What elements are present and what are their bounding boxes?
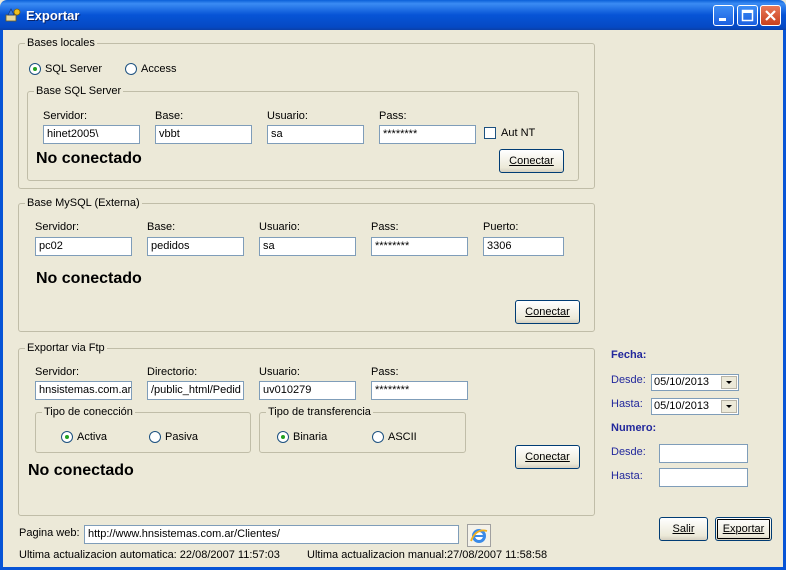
exportar-button[interactable]: Exportar xyxy=(715,517,772,541)
ftp-directorio-input[interactable]: /public_html/Pedid xyxy=(147,381,244,400)
mysql-servidor-label: Servidor: xyxy=(35,221,80,233)
web-label: Pagina web: xyxy=(19,527,80,539)
sql-servidor-label: Servidor: xyxy=(43,110,88,122)
access-label[interactable]: Access xyxy=(141,63,176,75)
manual-update-text: Ultima actualizacion manual:27/08/2007 1… xyxy=(307,549,548,561)
sql-usuario-input[interactable]: sa xyxy=(267,125,364,144)
sql-connect-label: Conectar xyxy=(509,155,554,167)
mysql-usuario-input[interactable]: sa xyxy=(259,237,356,256)
open-browser-button[interactable] xyxy=(467,524,491,547)
window-title: Exportar xyxy=(26,8,80,23)
mysql-servidor-input[interactable]: pc02 xyxy=(35,237,132,256)
title-bar[interactable] xyxy=(0,0,786,30)
salir-button[interactable]: Salir xyxy=(659,517,708,541)
fecha-desde-dropdown[interactable] xyxy=(721,376,737,389)
mysql-pass-label: Pass: xyxy=(371,221,399,233)
mysql-pass-input[interactable]: ******** xyxy=(371,237,468,256)
activa-radio[interactable] xyxy=(61,431,73,443)
mysql-usuario-label: Usuario: xyxy=(259,221,300,233)
sql-base-input[interactable]: vbbt xyxy=(155,125,252,144)
fecha-hasta-value: 05/10/2013 xyxy=(654,400,710,412)
mysql-base-label: Base: xyxy=(147,221,176,233)
sql-base-label: Base: xyxy=(155,110,184,122)
fecha-hasta-label: Hasta: xyxy=(611,398,643,410)
aut-nt-label[interactable]: Aut NT xyxy=(501,127,535,139)
internet-explorer-icon xyxy=(470,529,488,543)
close-button[interactable] xyxy=(760,5,781,26)
numero-desde-input[interactable] xyxy=(659,444,748,463)
sql-status-text: No conectado xyxy=(36,150,142,167)
ftp-directorio-label: Directorio: xyxy=(147,366,198,378)
sql-servidor-input[interactable]: hinet2005\ xyxy=(43,125,140,144)
fecha-title: Fecha: xyxy=(611,349,647,361)
ftp-connect-button[interactable]: Conectar xyxy=(515,445,580,469)
tipo-transferencia-legend: Tipo de transferencia xyxy=(266,406,373,418)
auto-update-text: Ultima actualizacion automatica: 22/08/2… xyxy=(19,549,280,561)
ftp-legend: Exportar via Ftp xyxy=(25,342,107,354)
numero-desde-label: Desde: xyxy=(611,446,646,458)
sql-server-legend: Base SQL Server xyxy=(34,85,124,97)
mysql-puerto-label: Puerto: xyxy=(483,221,519,233)
aut-nt-checkbox[interactable] xyxy=(484,127,496,139)
binaria-label[interactable]: Binaria xyxy=(293,431,327,443)
ftp-servidor-label: Servidor: xyxy=(35,366,80,378)
sql-pass-input[interactable]: ******** xyxy=(379,125,476,144)
fecha-hasta-dropdown[interactable] xyxy=(721,400,737,413)
sql-pass-label: Pass: xyxy=(379,110,407,122)
mysql-legend: Base MySQL (Externa) xyxy=(25,197,142,209)
chevron-down-icon xyxy=(726,381,732,384)
access-radio[interactable] xyxy=(125,63,137,75)
ftp-pass-label: Pass: xyxy=(371,366,399,378)
activa-label[interactable]: Activa xyxy=(77,431,107,443)
binaria-radio[interactable] xyxy=(277,431,289,443)
ftp-pass-input[interactable]: ******** xyxy=(371,381,468,400)
mysql-base-input[interactable]: pedidos xyxy=(147,237,244,256)
minimize-button[interactable] xyxy=(713,5,734,26)
mysql-connect-button[interactable]: Conectar xyxy=(515,300,580,324)
minimize-icon xyxy=(719,18,726,21)
sql-server-label[interactable]: SQL Server xyxy=(45,63,102,75)
bases-locales-legend: Bases locales xyxy=(25,37,97,49)
ftp-status-text: No conectado xyxy=(28,462,134,479)
numero-title: Numero: xyxy=(611,422,657,434)
ftp-servidor-input[interactable]: hnsistemas.com.ar xyxy=(35,381,132,400)
exportar-label: Exportar xyxy=(722,523,765,535)
ftp-usuario-label: Usuario: xyxy=(259,366,300,378)
ftp-usuario-input[interactable]: uv010279 xyxy=(259,381,356,400)
maximize-button[interactable] xyxy=(737,5,758,26)
tipo-conexion-legend: Tipo de conección xyxy=(42,406,135,418)
mysql-status-text: No conectado xyxy=(36,270,142,287)
salir-label: Salir xyxy=(672,523,695,535)
maximize-icon xyxy=(741,9,754,22)
pasiva-radio[interactable] xyxy=(149,431,161,443)
sql-usuario-label: Usuario: xyxy=(267,110,308,122)
sql-connect-button[interactable]: Conectar xyxy=(499,149,564,173)
tipo-transferencia-group xyxy=(259,412,466,453)
mysql-connect-label: Conectar xyxy=(525,306,570,318)
app-icon xyxy=(5,8,21,22)
close-icon xyxy=(765,10,776,21)
ftp-connect-label: Conectar xyxy=(525,451,570,463)
ascii-radio[interactable] xyxy=(372,431,384,443)
fecha-desde-label: Desde: xyxy=(611,374,646,386)
mysql-puerto-input[interactable]: 3306 xyxy=(483,237,564,256)
pasiva-label[interactable]: Pasiva xyxy=(165,431,198,443)
numero-hasta-label: Hasta: xyxy=(611,470,643,482)
ascii-label[interactable]: ASCII xyxy=(388,431,417,443)
web-input[interactable]: http://www.hnsistemas.com.ar/Clientes/ xyxy=(84,525,459,544)
numero-hasta-input[interactable] xyxy=(659,468,748,487)
chevron-down-icon xyxy=(726,405,732,408)
sql-server-radio[interactable] xyxy=(29,63,41,75)
fecha-desde-value: 05/10/2013 xyxy=(654,376,710,388)
